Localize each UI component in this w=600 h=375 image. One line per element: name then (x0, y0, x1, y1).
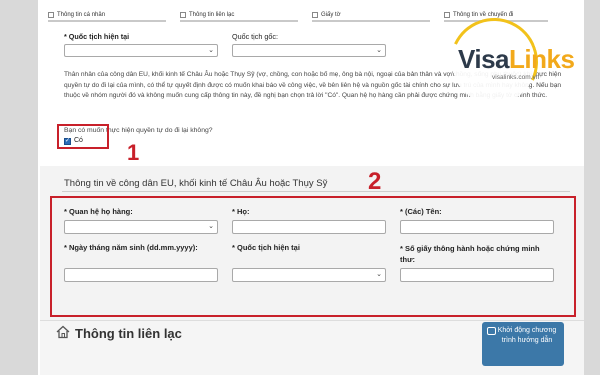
logo-site-text: visalinks.com.vn (492, 74, 540, 81)
step-label: Giấy tờ (321, 12, 341, 18)
logo-visa-text: Visa (458, 44, 510, 74)
step-documents[interactable]: Giấy tờ (312, 8, 430, 22)
step-contact-info[interactable]: Thông tin liên lạc (180, 8, 298, 22)
step-checkbox-icon (180, 12, 186, 18)
step-checkbox-icon (48, 12, 54, 18)
chat-icon (487, 327, 496, 335)
step-personal-info[interactable]: Thông tin cá nhân (48, 8, 166, 22)
left-margin (0, 0, 38, 375)
house-icon (56, 325, 70, 339)
origin-nationality-select[interactable]: ⌄ (232, 44, 386, 57)
callout-number-2: 2 (368, 168, 382, 195)
origin-nationality-label: Quốc tịch gốc: (232, 32, 278, 41)
callout-box-1 (57, 124, 109, 149)
chevron-down-icon: ⌄ (208, 47, 214, 54)
screenshot-stage: Thông tin cá nhân Thông tin liên lạc Giấ… (0, 0, 600, 375)
launch-guide-button[interactable]: Khởi động chương trình hướng dẫn (482, 322, 564, 366)
callout-number-1: 1 (127, 140, 140, 165)
current-nationality-select[interactable]: ⌄ (64, 44, 218, 57)
logo-links-text: Links (509, 44, 575, 74)
step-checkbox-icon (312, 12, 318, 18)
visalinks-logo: VisaLinks visalinks.com.vn (437, 5, 588, 119)
callout-box-2 (50, 196, 576, 317)
step-label: Thông tin liên lạc (189, 12, 235, 18)
eu-section-title: Thông tin về công dân EU, khối kinh tế C… (64, 178, 328, 189)
current-nationality-label: * Quốc tịch hiện tại (64, 32, 130, 41)
chevron-down-icon: ⌄ (376, 47, 382, 54)
step-label: Thông tin cá nhân (57, 12, 106, 18)
contact-section-title: Thông tin liên lạc (75, 326, 182, 341)
